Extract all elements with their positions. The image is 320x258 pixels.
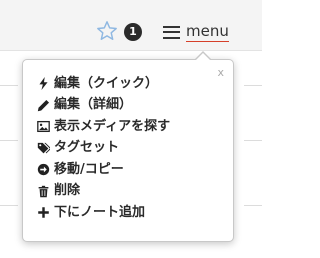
background-divider — [0, 85, 18, 86]
detailed-edit-item[interactable]: 編集（詳細） — [36, 95, 170, 117]
delete-item[interactable]: 削除 — [36, 181, 170, 203]
tag-set-label: タグセット — [54, 140, 120, 156]
find-media-item[interactable]: 表示メディアを探す — [36, 116, 170, 138]
delete-label: 削除 — [54, 183, 81, 199]
action-list: 編集（クイック） 編集（詳細） 表示メディアを探す タグセット 移動/コピー 削… — [36, 73, 170, 224]
actions-popover: x 編集（クイック） 編集（詳細） 表示メディアを探す タグセット 移動/コピー… — [22, 51, 234, 242]
notification-badge[interactable]: 1 — [124, 23, 142, 41]
star-icon[interactable] — [96, 20, 118, 42]
quick-edit-label: 編集（クイック） — [54, 75, 159, 91]
pencil-icon — [36, 98, 50, 112]
bolt-icon — [36, 77, 50, 91]
image-icon — [36, 120, 50, 134]
menu-button[interactable]: menu — [163, 21, 229, 43]
tags-icon — [36, 141, 50, 155]
find-media-label: 表示メディアを探す — [54, 118, 171, 134]
close-button[interactable]: x — [217, 66, 224, 79]
detailed-edit-label: 編集（詳細） — [54, 97, 133, 113]
tag-set-item[interactable]: タグセット — [36, 138, 170, 160]
background-divider — [244, 205, 262, 206]
move-copy-item[interactable]: 移動/コピー — [36, 159, 170, 181]
plus-icon — [36, 206, 50, 220]
background-divider — [0, 205, 18, 206]
background-divider — [244, 85, 262, 86]
trash-icon — [36, 184, 50, 198]
background-divider — [244, 140, 262, 141]
hamburger-icon — [163, 25, 180, 39]
arrow-circle-right-icon — [36, 163, 50, 177]
popover-arrow-fill — [195, 53, 211, 61]
background-divider — [0, 140, 18, 141]
move-copy-label: 移動/コピー — [54, 161, 124, 177]
add-note-below-label: 下にノート追加 — [54, 204, 146, 220]
quick-edit-item[interactable]: 編集（クイック） — [36, 73, 170, 95]
menu-label: menu — [186, 22, 229, 42]
add-note-below-item[interactable]: 下にノート追加 — [36, 202, 170, 224]
